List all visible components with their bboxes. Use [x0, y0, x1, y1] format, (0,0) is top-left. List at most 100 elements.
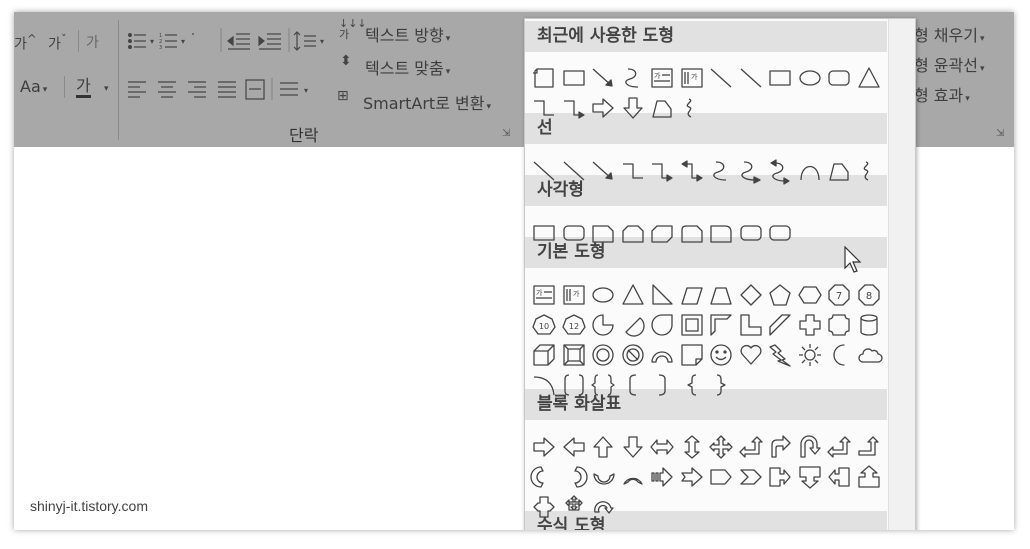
shape-curvedbl-icon[interactable]	[767, 158, 793, 185]
shape-curve-icon[interactable]	[620, 65, 646, 91]
shape-r1-icon[interactable]	[708, 220, 734, 246]
shape-diamond-icon[interactable]	[738, 282, 764, 308]
paragraph-launcher-icon[interactable]: ⇲	[502, 128, 510, 139]
shape-arrowline-icon[interactable]	[590, 158, 616, 184]
shape-parallelogram-icon[interactable]	[679, 282, 705, 308]
shape-chevron-icon[interactable]	[738, 464, 764, 490]
shape-rbracket-icon[interactable]	[649, 372, 675, 398]
shape-scribble-icon[interactable]	[679, 95, 705, 121]
shape-lightning-icon[interactable]	[767, 342, 793, 368]
shape-dblbracket-icon[interactable]	[561, 372, 587, 398]
shape-freeform-icon[interactable]	[826, 158, 852, 184]
shape-scroll-icon[interactable]	[531, 65, 557, 91]
shape-notchedright-icon[interactable]	[679, 464, 705, 490]
shape-snip2-icon[interactable]	[620, 220, 646, 246]
shape-rightarrow-icon[interactable]	[531, 434, 557, 460]
shape-foldedcorner-icon[interactable]	[679, 342, 705, 368]
shape-effects-button[interactable]: 형 효과 ▾	[914, 82, 970, 106]
shape-vtextbox-icon[interactable]: 가	[679, 65, 705, 91]
shape-triangle-icon[interactable]	[620, 282, 646, 308]
shape-rrect-icon[interactable]	[561, 220, 587, 246]
shape-hexagon-icon[interactable]	[797, 282, 823, 308]
shape-polygon-10-icon[interactable]: 10	[531, 312, 557, 338]
shape-snipd-icon[interactable]	[649, 220, 675, 246]
shape-halfframe-icon[interactable]	[708, 312, 734, 338]
shape-leftcallout-icon[interactable]	[826, 464, 852, 490]
shape-elbowarrow-icon[interactable]	[561, 95, 587, 121]
shape-plaque-icon[interactable]	[826, 312, 852, 338]
shape-arc-icon[interactable]	[797, 158, 823, 184]
shape-heart-icon[interactable]	[738, 342, 764, 368]
font-color-button[interactable]: 가	[76, 77, 91, 98]
shape-bentup-icon[interactable]	[856, 434, 882, 460]
shape-rect-icon[interactable]	[531, 220, 557, 246]
shape-dblbrace-icon[interactable]	[590, 372, 616, 398]
shape-lrcallout-icon[interactable]	[531, 494, 557, 520]
shape-scribble-icon[interactable]	[856, 158, 882, 184]
shape-rbrace-icon[interactable]	[708, 372, 734, 398]
shape-chord-icon[interactable]	[620, 312, 646, 338]
clear-format-button[interactable]: 가	[86, 32, 99, 52]
shape-snip1-icon[interactable]	[590, 220, 616, 246]
shape-diagstripe-icon[interactable]	[767, 312, 793, 338]
shape-upcallout-icon[interactable]	[856, 464, 882, 490]
shape-bevel-icon[interactable]	[561, 342, 587, 368]
shape-bentarrow-icon[interactable]	[767, 434, 793, 460]
shape-line-icon[interactable]	[738, 65, 764, 91]
shape-triangle-icon[interactable]	[856, 65, 882, 91]
drawing-launcher-icon[interactable]: ⇲	[996, 128, 1004, 139]
shape-curvearrow-icon[interactable]	[738, 158, 764, 184]
shape-lbrace-icon[interactable]	[679, 372, 705, 398]
shape-arrowline-icon[interactable]	[590, 65, 616, 91]
shape-downarrow-icon[interactable]	[620, 95, 646, 121]
shape-heptagon-7-icon[interactable]: 7	[826, 282, 852, 308]
shape-lbracket-icon[interactable]	[620, 372, 646, 398]
shape-donut-icon[interactable]	[590, 342, 616, 368]
shape-line-icon[interactable]	[531, 158, 557, 184]
shape-stripedright-icon[interactable]	[649, 464, 675, 490]
shape-homeplate-icon[interactable]	[708, 464, 734, 490]
shape-teardrop-icon[interactable]	[649, 312, 675, 338]
shape-cube-icon[interactable]	[531, 342, 557, 368]
shape-rect-icon[interactable]	[767, 65, 793, 91]
shape-leftarrow-icon[interactable]	[561, 434, 587, 460]
shape-vtextbox-icon[interactable]: 가	[561, 282, 587, 308]
shape-ellipse-icon[interactable]	[590, 282, 616, 308]
shape-snipround-icon[interactable]	[679, 220, 705, 246]
shape-can-icon[interactable]	[856, 312, 882, 338]
shape-elbowdbl-icon[interactable]	[679, 158, 705, 184]
shape-curvedleft-icon[interactable]	[561, 464, 588, 490]
shape-rrect-icon[interactable]	[767, 220, 793, 246]
shape-pentagon-icon[interactable]	[767, 282, 793, 308]
shape-rightcallout-icon[interactable]	[767, 464, 793, 490]
shape-rtriangle-icon[interactable]	[649, 282, 675, 308]
change-case-button[interactable]: Aa ▾	[20, 77, 47, 96]
shape-polygon-12-icon[interactable]: 12	[561, 312, 587, 338]
shape-elbow-icon[interactable]	[531, 95, 557, 121]
shape-smiley-icon[interactable]	[708, 342, 734, 368]
shape-cloud-icon[interactable]	[856, 342, 883, 368]
shape-moon-icon[interactable]	[826, 342, 852, 368]
grow-font-button[interactable]: 가^	[14, 32, 37, 54]
shape-uturn-icon[interactable]	[797, 434, 823, 460]
shape-pie-icon[interactable]	[590, 312, 616, 338]
text-align-button[interactable]: 텍스트 맞춤 ▾	[365, 55, 450, 79]
shape-downarrow-icon[interactable]	[620, 434, 646, 460]
shape-trapezoid-icon[interactable]	[708, 282, 734, 308]
shape-lrarrow-icon[interactable]	[649, 434, 675, 460]
shape-rrect-icon[interactable]	[826, 65, 852, 91]
shape-elbow-icon[interactable]	[620, 158, 646, 184]
shape-line-icon[interactable]	[561, 158, 587, 184]
shape-textbox-icon[interactable]: 가	[531, 282, 557, 308]
shape-udarrow-icon[interactable]	[679, 434, 705, 460]
shape-curveddown-icon[interactable]	[620, 464, 646, 490]
shape-circulararrow-icon[interactable]	[590, 494, 616, 520]
shrink-font-button[interactable]: 가ˇ	[48, 32, 67, 54]
shape-curvedup-icon[interactable]	[590, 464, 616, 490]
shape-outline-button[interactable]: 형 윤곽선 ▾	[914, 52, 985, 76]
shape-curve-icon[interactable]	[708, 158, 734, 184]
shape-cross-icon[interactable]	[797, 312, 823, 338]
shape-frame-icon[interactable]	[679, 312, 705, 338]
shape-rect-icon[interactable]	[561, 65, 587, 91]
shape-elbowarrow-icon[interactable]	[649, 158, 675, 184]
